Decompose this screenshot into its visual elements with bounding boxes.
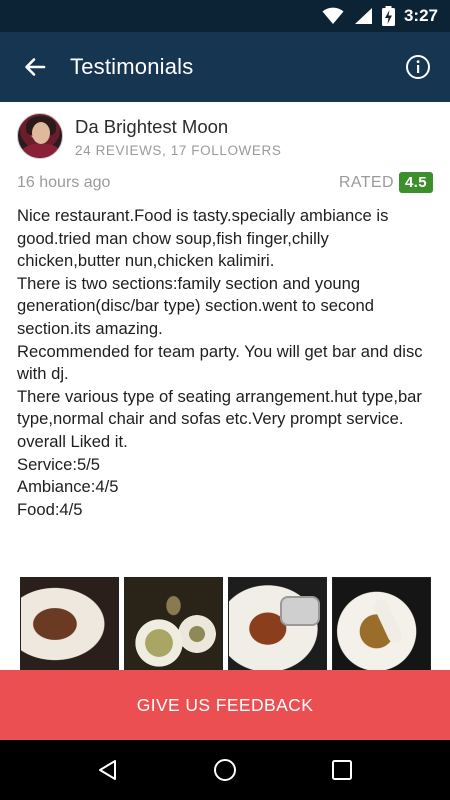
app-bar: Testimonials (0, 32, 450, 102)
review-card: Da Brightest Moon 24 REVIEWS, 17 FOLLOWE… (0, 102, 450, 670)
wifi-icon (322, 7, 344, 24)
give-feedback-button[interactable]: GIVE US FEEDBACK (0, 670, 450, 740)
nav-recents-button[interactable] (312, 740, 372, 800)
status-bar: 3:27 (0, 0, 450, 32)
review-line: Service:5/5 (17, 454, 101, 474)
review-time: 16 hours ago (17, 173, 111, 191)
rated-label: RATED (338, 173, 394, 191)
arrow-back-icon (25, 58, 46, 76)
nav-back-button[interactable] (78, 740, 138, 800)
home-circle-icon (213, 759, 236, 781)
back-triangle-icon (99, 760, 117, 780)
review-photo-food-3[interactable] (228, 577, 327, 670)
review-author[interactable]: Da Brightest Moon 24 REVIEWS, 17 FOLLOWE… (17, 113, 281, 159)
author-stats: 24 REVIEWS, 17 FOLLOWERS (75, 142, 282, 158)
review-text: Nice restaurant.Food is tasty.specially … (17, 205, 435, 521)
review-photo-food-2[interactable] (124, 577, 223, 670)
recents-square-icon (331, 760, 352, 780)
review-line: Ambiance:4/5 (17, 477, 119, 497)
back-button[interactable] (0, 32, 70, 102)
nav-home-button[interactable] (195, 740, 255, 800)
rating-badge: 4.5 (398, 172, 433, 193)
review-photo-food-1[interactable] (20, 577, 119, 670)
info-icon (406, 55, 430, 79)
info-button[interactable] (386, 32, 450, 102)
battery-charging-icon (381, 6, 395, 26)
review-line: Recommended for team party. You will get… (17, 341, 423, 384)
review-photos (20, 577, 431, 670)
signal-icon (354, 8, 372, 24)
system-nav-bar (0, 740, 450, 800)
review-photo-food-4[interactable] (332, 577, 431, 670)
avatar[interactable] (17, 113, 63, 159)
page-title: Testimonials (70, 54, 194, 79)
review-line: There is two sections:family section and… (17, 273, 374, 338)
review-line: Nice restaurant.Food is tasty.specially … (17, 206, 389, 271)
rating: RATED 4.5 (339, 172, 433, 193)
clock-time: 3:27 (403, 6, 438, 25)
review-line: overall Liked it. (17, 431, 128, 451)
review-meta: 16 hours ago RATED 4.5 (17, 172, 433, 193)
review-line: Food:4/5 (17, 499, 83, 519)
review-line: There various type of seating arrangemen… (17, 386, 422, 429)
author-name[interactable]: Da Brightest Moon (75, 115, 281, 139)
